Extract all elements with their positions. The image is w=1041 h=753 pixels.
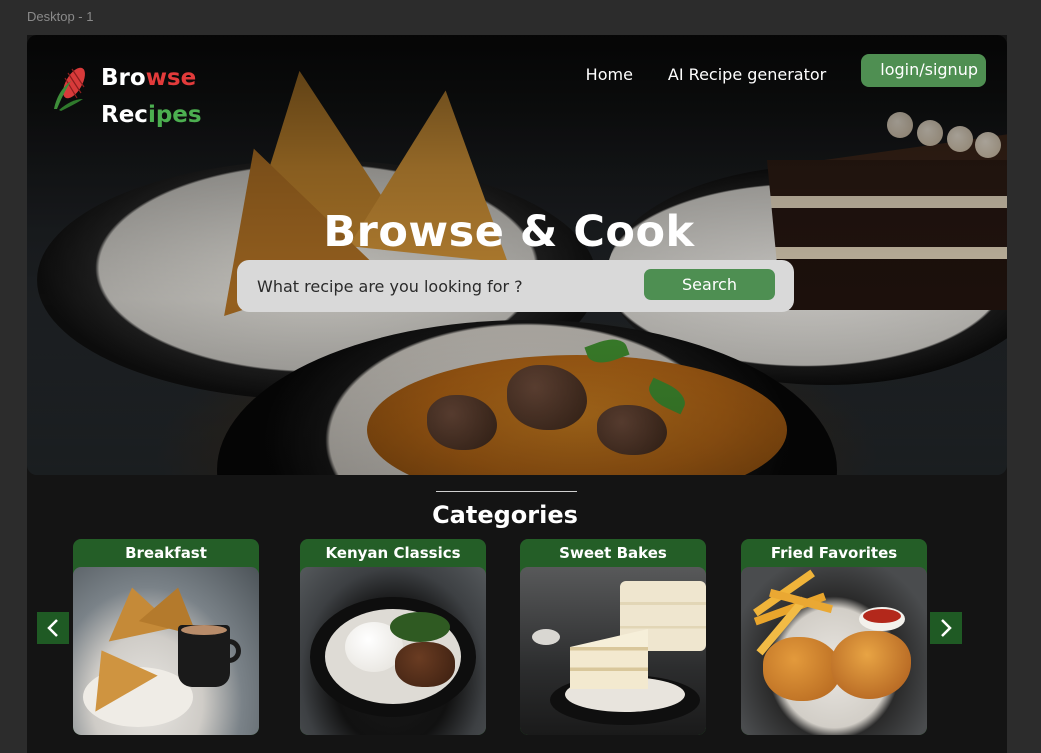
- search-button[interactable]: Search: [644, 269, 775, 300]
- category-card-title: Kenyan Classics: [325, 544, 461, 562]
- brand-text-part: ipes: [147, 102, 202, 128]
- hero-banner: Browse Recipes Home AI Recipe generator …: [27, 35, 1007, 475]
- chevron-right-icon: [941, 619, 952, 637]
- categories-title: Categories: [432, 501, 578, 529]
- hero-title: Browse & Cook: [323, 207, 695, 257]
- category-card-image: [73, 567, 259, 735]
- carousel-next-button[interactable]: [930, 612, 962, 644]
- brand-logo[interactable]: Browse Recipes: [51, 60, 202, 134]
- chevron-left-icon: [47, 619, 58, 637]
- nav-ai-generator-link[interactable]: AI Recipe generator: [668, 65, 826, 84]
- category-card-image: [520, 567, 706, 735]
- category-card-title: Fried Favorites: [770, 544, 898, 562]
- search-bar: Search: [237, 260, 794, 312]
- frame-label: Desktop - 1: [27, 9, 94, 24]
- nav-home-link[interactable]: Home: [586, 65, 633, 84]
- category-card-image: [741, 567, 927, 735]
- corn-icon: [54, 67, 85, 111]
- category-card-title: Breakfast: [125, 544, 207, 562]
- carousel-prev-button[interactable]: [37, 612, 69, 644]
- category-card-title: Sweet Bakes: [559, 544, 667, 562]
- category-card-image: [300, 567, 486, 735]
- brand-text-part: Bro: [101, 65, 146, 91]
- categories-divider: [436, 491, 577, 492]
- category-card-kenyan-classics[interactable]: Kenyan Classics: [300, 539, 486, 735]
- category-card-fried-favorites[interactable]: Fried Favorites: [741, 539, 927, 735]
- brand-text-part: Rec: [101, 102, 148, 128]
- category-card-breakfast[interactable]: Breakfast: [73, 539, 259, 735]
- search-input[interactable]: [257, 272, 627, 300]
- login-signup-button[interactable]: login/signup: [861, 54, 986, 87]
- category-card-sweet-bakes[interactable]: Sweet Bakes: [520, 539, 706, 735]
- brand-text-part: wse: [145, 65, 197, 91]
- main-nav: Home AI Recipe generator login/signup: [586, 54, 986, 87]
- page-canvas: Browse Recipes Home AI Recipe generator …: [27, 35, 1007, 753]
